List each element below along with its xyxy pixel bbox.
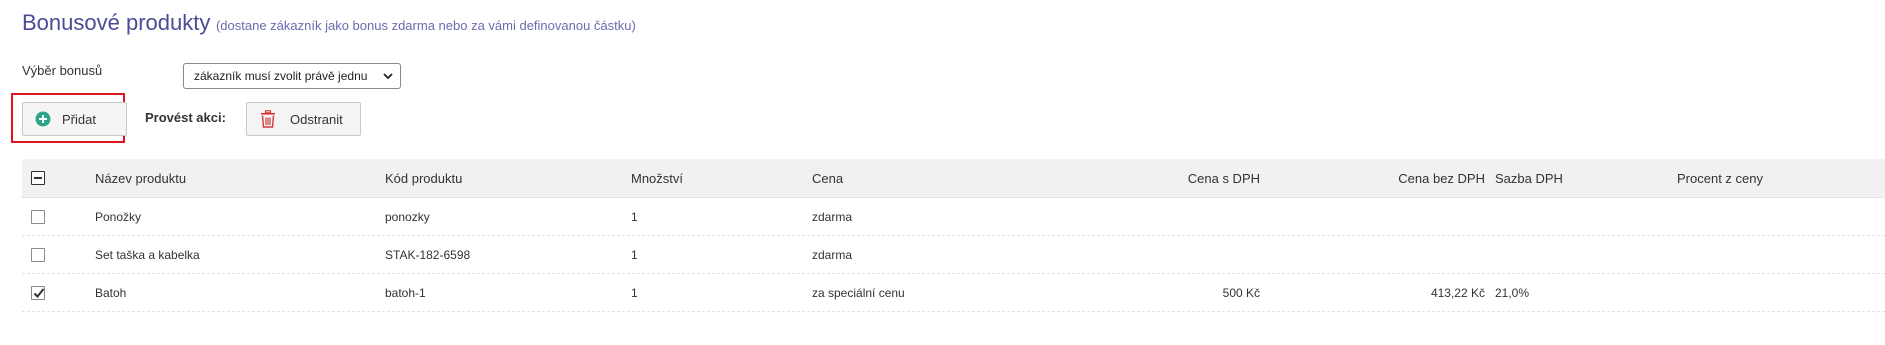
table-row: Set taška a kabelka STAK-182-6598 1 zdar… — [22, 236, 1885, 274]
column-header-price-vat[interactable]: Cena s DPH — [1102, 159, 1260, 197]
column-header-name[interactable]: Název produktu — [95, 159, 186, 197]
column-header-code[interactable]: Kód produktu — [385, 159, 462, 197]
column-header-percent[interactable]: Procent z ceny — [1677, 159, 1763, 197]
product-name-link[interactable]: Ponožky — [95, 198, 141, 235]
product-qty: 1 — [631, 285, 638, 300]
product-price: za speciální cenu — [812, 285, 905, 300]
product-qty: 1 — [631, 247, 638, 262]
trash-icon — [261, 110, 275, 128]
row-checkbox[interactable] — [31, 247, 45, 262]
select-all-checkbox[interactable] — [31, 171, 45, 185]
product-price: zdarma — [812, 247, 853, 262]
product-code: ponozky — [385, 209, 430, 224]
chevron-down-icon — [383, 73, 393, 80]
page-header: Bonusové produkty (dostane zákazník jako… — [22, 10, 636, 36]
bonus-products-table: Název produktu Kód produktu Množství Cen… — [22, 159, 1885, 312]
table-row: Batoh batoh-1 1 za speciální cenu 500 Kč… — [22, 274, 1885, 312]
product-price-novat — [1322, 236, 1485, 273]
bonus-selection-select[interactable]: zákazník musí zvolit právě jednu — [183, 63, 401, 89]
product-qty: 1 — [631, 209, 638, 224]
page-title: Bonusové produkty — [22, 10, 211, 35]
product-vat-rate: 21,0% — [1495, 285, 1530, 300]
table-row: Ponožky ponozky 1 zdarma — [22, 198, 1885, 236]
row-checkbox[interactable] — [31, 285, 45, 300]
add-button-label: Přidat — [62, 111, 96, 127]
bonus-selection-row: Výběr bonusů — [22, 63, 182, 78]
product-price: zdarma — [812, 209, 853, 224]
table-header: Název produktu Kód produktu Množství Cen… — [22, 159, 1885, 198]
plus-circle-icon — [35, 111, 51, 127]
row-checkbox[interactable] — [31, 209, 45, 224]
product-name-link[interactable]: Batoh — [95, 274, 126, 311]
add-button[interactable]: Přidat — [22, 102, 127, 136]
remove-button[interactable]: Odstranit — [246, 102, 361, 136]
product-price-vat: 500 Kč — [1222, 285, 1260, 300]
action-label: Provést akci: — [145, 110, 226, 125]
product-code: STAK-182-6598 — [385, 247, 471, 262]
column-header-price-novat[interactable]: Cena bez DPH — [1322, 159, 1485, 197]
checkmark-icon — [33, 287, 45, 298]
product-name-link[interactable]: Set taška a kabelka — [95, 236, 200, 273]
remove-button-label: Odstranit — [290, 111, 343, 127]
page-subtitle: (dostane zákazník jako bonus zdarma nebo… — [215, 18, 636, 33]
bonus-selection-label: Výběr bonusů — [22, 63, 103, 78]
product-price-vat — [1102, 236, 1260, 273]
product-price-vat — [1102, 198, 1260, 235]
select-all-cell — [31, 159, 45, 197]
product-price-novat — [1322, 198, 1485, 235]
column-header-price[interactable]: Cena — [812, 159, 843, 197]
column-header-vat-rate[interactable]: Sazba DPH — [1495, 159, 1563, 197]
column-header-qty[interactable]: Množství — [631, 159, 683, 197]
product-code: batoh-1 — [385, 285, 426, 300]
bonus-selection-value: zákazník musí zvolit právě jednu — [194, 69, 368, 83]
product-price-novat: 413,22 Kč — [1430, 285, 1485, 300]
